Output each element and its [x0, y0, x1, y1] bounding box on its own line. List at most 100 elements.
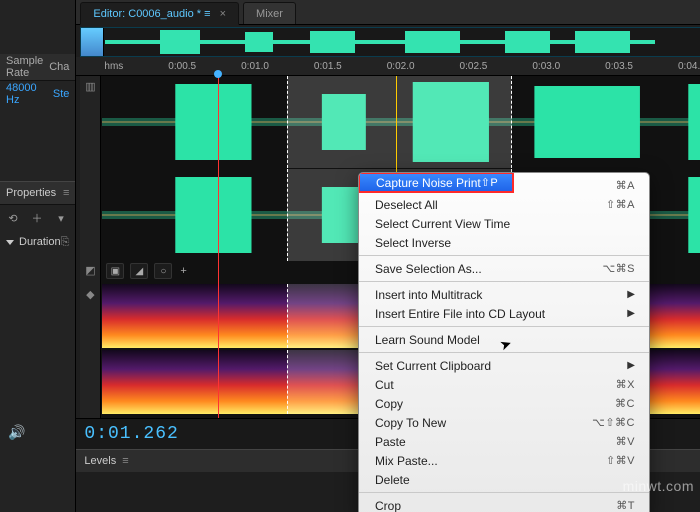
menu-item-label: Select Inverse: [375, 236, 635, 250]
ruler-label: 0:01.5: [314, 61, 342, 72]
sample-rate-header-row: Sample Rate Cha: [0, 54, 75, 81]
gutter-icon[interactable]: ◩: [83, 264, 97, 278]
menu-item-shortcut: ⌘T: [616, 499, 635, 512]
menu-item-shortcut: ⌘A: [616, 179, 635, 192]
menu-item-shortcut: ⌥⌘S: [602, 262, 635, 275]
duration-row[interactable]: Duration ⎘: [0, 231, 75, 253]
overview-waveform[interactable]: [80, 27, 700, 57]
menu-item-save-selection-as[interactable]: Save Selection As...⌥⌘S: [359, 259, 649, 278]
tab-bar: Editor: C0006_audio * ≡ × Mixer: [76, 0, 700, 25]
gutter-icon[interactable]: ▥: [83, 80, 97, 94]
ruler-label: 0:03.0: [532, 61, 560, 72]
properties-toolbar: ⟲ ＋ ▾: [0, 205, 75, 231]
panel-menu-icon[interactable]: ≡: [63, 187, 69, 199]
tool-btn[interactable]: ◢: [130, 263, 148, 279]
ruler-label: 0:03.5: [605, 61, 633, 72]
menu-item-deselect-all[interactable]: Deselect All⇧⌘A: [359, 195, 649, 214]
submenu-arrow-icon: ▶: [627, 308, 635, 319]
tool-btn[interactable]: ○: [154, 263, 172, 279]
menu-item-shortcut: ⌥⇧⌘C: [592, 416, 635, 429]
ruler-label: 0:02.0: [387, 61, 415, 72]
ruler-label: 0:04.0: [678, 61, 700, 72]
menu-item-label: Delete: [375, 473, 635, 487]
context-menu[interactable]: Select All⌘ADeselect All⇧⌘ASelect Curren…: [358, 172, 650, 512]
menu-item-label: Select Current View Time: [375, 217, 635, 231]
menu-item-label: Save Selection As...: [375, 262, 602, 276]
tab-editor[interactable]: Editor: C0006_audio * ≡ ×: [80, 2, 239, 25]
menu-item-shortcut: ⇧⌘V: [606, 454, 635, 467]
link-icon[interactable]: ⎘: [61, 236, 70, 249]
menu-item-copy[interactable]: Copy⌘C: [359, 394, 649, 413]
menu-item-label: Capture Noise Print: [376, 176, 481, 190]
menu-item-cut[interactable]: Cut⌘X: [359, 375, 649, 394]
add-tool-icon[interactable]: +: [180, 265, 186, 277]
panel-menu-icon[interactable]: ≡: [122, 455, 128, 467]
submenu-arrow-icon: ▶: [627, 289, 635, 300]
track-gutter: ▥ ◩ ◆: [80, 76, 101, 418]
menu-item-learn-sound-model[interactable]: Learn Sound Model: [359, 330, 649, 349]
add-icon[interactable]: ＋: [30, 211, 44, 225]
tab-editor-menu-icon[interactable]: ≡: [204, 8, 210, 20]
menu-item-mix-paste[interactable]: Mix Paste...⇧⌘V: [359, 451, 649, 470]
properties-title: Properties: [6, 187, 56, 199]
menu-item-insert-into-multitrack[interactable]: Insert into Multitrack ▶: [359, 285, 649, 304]
menu-item-label: Learn Sound Model: [375, 333, 635, 347]
speaker-icon[interactable]: 🔊: [8, 424, 25, 441]
menu-item-delete[interactable]: Delete: [359, 470, 649, 489]
menu-item-label: Insert Entire File into CD Layout: [375, 307, 621, 321]
menu-item-label: Copy To New: [375, 416, 592, 430]
menu-item-label: Deselect All: [375, 198, 606, 212]
menu-item-crop[interactable]: Crop⌘T: [359, 496, 649, 512]
duration-label: Duration: [19, 236, 61, 248]
sample-rate-value-row: 48000 Hz Ste: [0, 81, 75, 107]
menu-item-shortcut: ⌘V: [616, 435, 635, 448]
menu-item-label: Mix Paste...: [375, 454, 606, 468]
ruler-label: hms: [104, 61, 123, 72]
channels-value[interactable]: Ste: [53, 88, 70, 100]
timecode-display[interactable]: 0:01.262: [84, 424, 178, 444]
levels-title: Levels: [84, 455, 116, 467]
playhead[interactable]: [218, 76, 219, 418]
time-ruler[interactable]: hms 0:00.5 0:01.0 0:01.5 0:02.0 0:02.5 0…: [76, 57, 700, 76]
left-panel: Sample Rate Cha 48000 Hz Ste Properties …: [0, 0, 75, 512]
sample-rate-value[interactable]: 48000 Hz: [6, 82, 43, 106]
menu-item-shortcut: ⌘C: [615, 397, 635, 410]
menu-item-label: Paste: [375, 435, 616, 449]
menu-item-copy-to-new[interactable]: Copy To New⌥⇧⌘C: [359, 413, 649, 432]
volume-row: 🔊: [0, 412, 75, 452]
ruler-label: 0:02.5: [460, 61, 488, 72]
ruler-label: 0:00.5: [168, 61, 196, 72]
filter-icon[interactable]: ▾: [54, 211, 68, 225]
tool-btn[interactable]: ▣: [106, 263, 124, 279]
menu-item-select-inverse[interactable]: Select Inverse: [359, 233, 649, 252]
menu-item-shortcut: ⇧⌘A: [606, 198, 635, 211]
ruler-label: 0:01.0: [241, 61, 269, 72]
tab-editor-prefix: Editor:: [93, 8, 125, 20]
menu-item-shortcut: ⌘X: [616, 378, 635, 391]
reset-icon[interactable]: ⟲: [6, 211, 20, 225]
properties-panel-header[interactable]: Properties ≡: [0, 181, 75, 205]
menu-item-label: Cut: [375, 378, 616, 392]
menu-item-label: Insert into Multitrack: [375, 288, 621, 302]
disclosure-triangle-icon[interactable]: [6, 240, 14, 245]
gutter-icon[interactable]: ◆: [83, 288, 97, 302]
tab-mixer-label: Mixer: [256, 8, 283, 20]
sample-rate-header: Sample Rate: [6, 55, 49, 79]
menu-item-shortcut: ⇧P: [481, 176, 499, 189]
waveform-left-channel[interactable]: [102, 76, 700, 168]
close-icon[interactable]: ×: [220, 8, 226, 20]
submenu-arrow-icon: ▶: [627, 360, 635, 371]
overview-svg: [105, 28, 655, 56]
overview-badge: [81, 28, 104, 56]
menu-item-label: Crop: [375, 499, 616, 512]
menu-item-label: Set Current Clipboard: [375, 359, 621, 373]
menu-item-set-current-clipboard[interactable]: Set Current Clipboard ▶: [359, 356, 649, 375]
menu-item-label: Copy: [375, 397, 615, 411]
menu-item-paste[interactable]: Paste⌘V: [359, 432, 649, 451]
menu-item-select-current-view-time[interactable]: Select Current View Time: [359, 214, 649, 233]
tab-mixer[interactable]: Mixer: [243, 2, 296, 24]
menu-item-capture-noise-print[interactable]: Capture Noise Print⇧P: [359, 173, 513, 192]
menu-item-insert-entire-file-into-cd-layout[interactable]: Insert Entire File into CD Layout ▶: [359, 304, 649, 323]
selection[interactable]: [287, 76, 512, 168]
tab-editor-file: C0006_audio *: [128, 8, 201, 20]
